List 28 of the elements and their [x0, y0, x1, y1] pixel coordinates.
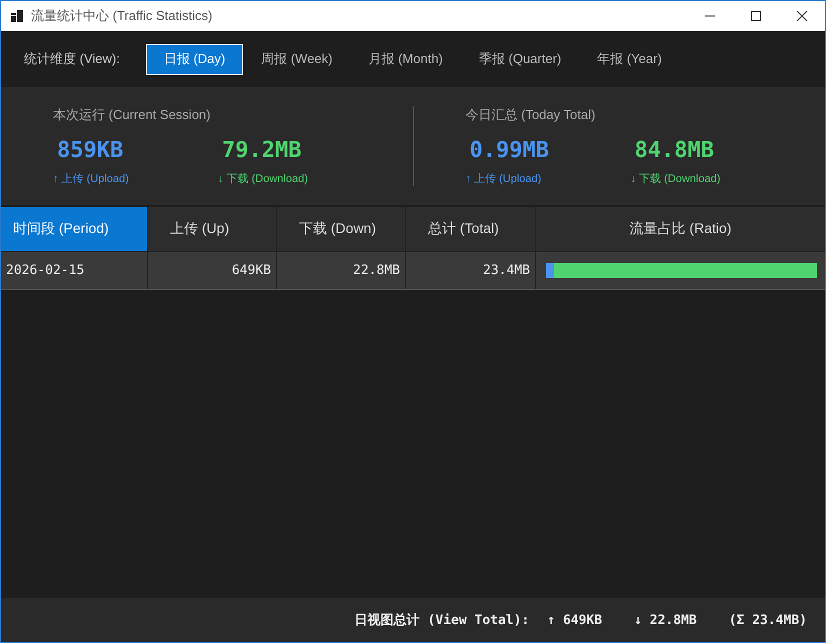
column-header[interactable]: 流量占比 (Ratio)	[536, 207, 825, 251]
status-text: ↓ 22.8MB	[634, 612, 697, 628]
stat-label: ↑ 上传 (Upload)	[466, 172, 542, 186]
stat-label: ↓ 下载 (Download)	[218, 172, 309, 186]
view-tab[interactable]: 月报 (Month)	[350, 44, 461, 74]
view-tab[interactable]: 周报 (Week)	[243, 44, 350, 74]
window-title: 流量统计中心 (Traffic Statistics)	[31, 7, 214, 25]
column-header[interactable]: 时间段 (Period)	[1, 207, 148, 251]
status-text: ↑ 649KB	[547, 612, 602, 628]
view-tab[interactable]: 日报 (Day)	[146, 44, 244, 74]
status-text: (Σ 23.4MB)	[728, 612, 807, 628]
status-text: 日视图总计 (View Total):	[354, 612, 530, 629]
stat-label: ↑ 上传 (Upload)	[53, 172, 130, 186]
table-cell: 23.4MB	[406, 252, 536, 289]
stat-value: 859KB	[57, 138, 124, 163]
table-cell: 22.8MB	[277, 252, 406, 289]
stat-label: ↓ 下载 (Download)	[630, 172, 722, 186]
stat-value: 0.99MB	[470, 138, 550, 163]
group-title: 今日汇总 (Today Total)	[466, 106, 596, 124]
stat-value: 79.2MB	[222, 138, 302, 163]
app-icon	[11, 10, 23, 22]
view-tab[interactable]: 年报 (Year)	[579, 44, 680, 74]
view-label: 统计维度 (View):	[24, 50, 120, 68]
stat-value: 84.8MB	[634, 138, 715, 163]
table-cell: 649KB	[148, 252, 277, 289]
table-cell: 2026-02-15	[1, 252, 148, 289]
view-tab[interactable]: 季报 (Quarter)	[460, 44, 580, 74]
group-title: 本次运行 (Current Session)	[53, 106, 212, 124]
